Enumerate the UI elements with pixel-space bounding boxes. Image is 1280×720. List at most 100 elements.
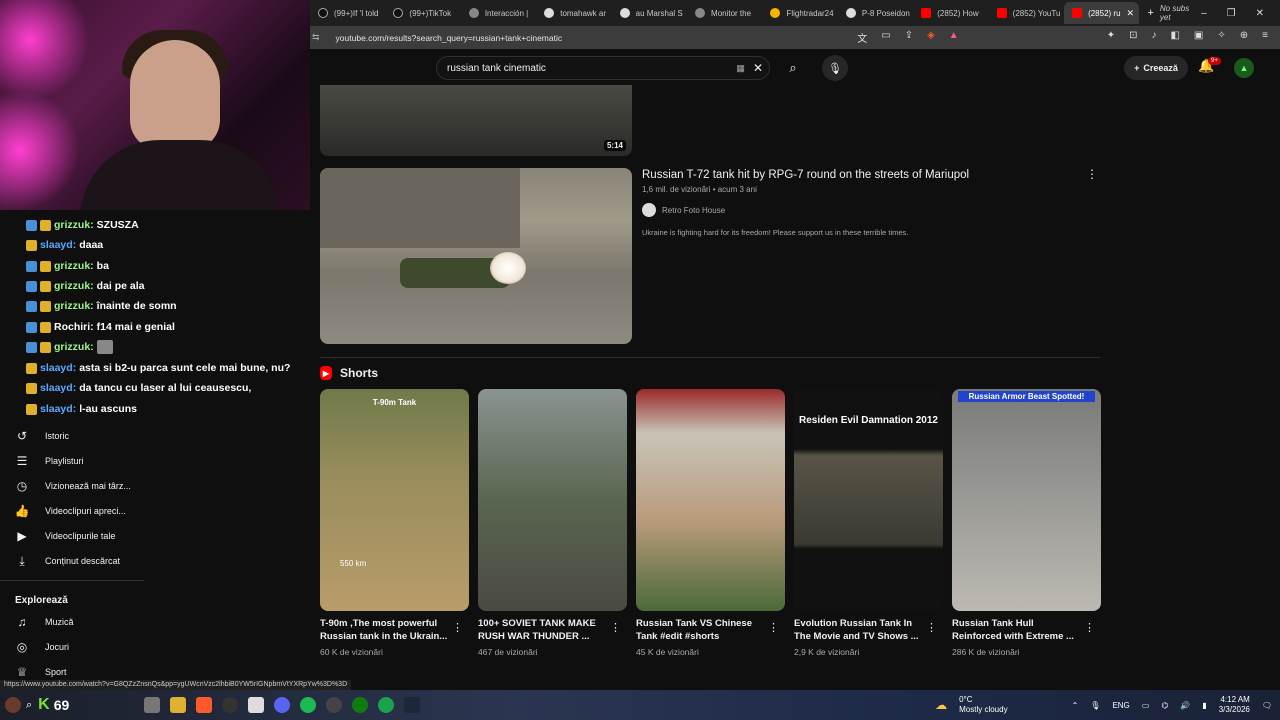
sidebar-item-your-videos[interactable]: ▶ Videoclipurile tale: [15, 526, 115, 546]
wallet-icon[interactable]: ▣: [1194, 30, 1203, 45]
weather[interactable]: 0°C Mostly cloudy: [959, 695, 1007, 715]
discord-icon[interactable]: [274, 697, 291, 713]
short-thumbnail[interactable]: Residen Evil Damnation 2012: [794, 389, 943, 611]
sidebar-item-music[interactable]: ♫ Muzică: [15, 612, 74, 632]
sidebar-item-liked[interactable]: 👍 Videoclipuri apreci...: [15, 501, 126, 521]
short-card[interactable]: Russian Armor Beast Spotted! Russian Tan…: [952, 389, 1101, 657]
voice-search-button[interactable]: 🎙: [822, 55, 848, 81]
folder-icon[interactable]: [170, 697, 187, 713]
site-info-icon[interactable]: ⇆: [312, 32, 320, 43]
video-title[interactable]: Russian T-72 tank hit by RPG-7 round on …: [642, 169, 969, 181]
brave-icon[interactable]: [196, 697, 213, 713]
language-indicator[interactable]: ENG: [1112, 701, 1129, 710]
short-thumbnail[interactable]: Russian Armor Beast Spotted!: [952, 389, 1101, 611]
steam-icon[interactable]: [404, 697, 421, 713]
app-icon[interactable]: [378, 697, 395, 713]
new-tab-button[interactable]: +: [1147, 7, 1153, 19]
keyboard-icon[interactable]: ▦: [736, 63, 745, 74]
xbox-icon[interactable]: [352, 697, 369, 713]
sidebar-item-playlists[interactable]: ☰ Playlisturi: [15, 451, 84, 471]
screenshot-icon[interactable]: ⊡: [1129, 30, 1137, 45]
battery-icon[interactable]: ▮: [1202, 701, 1206, 710]
avatar[interactable]: ▲: [1234, 58, 1254, 78]
vpn-icon[interactable]: ⊕: [1240, 30, 1248, 45]
plus-icon: +: [1134, 63, 1140, 73]
more-options-icon[interactable]: ⋮: [926, 621, 937, 634]
ai-icon[interactable]: ✧: [1217, 30, 1225, 45]
sidebar-item-downloads[interactable]: ⤓ Conținut descărcat: [15, 551, 120, 571]
music-icon[interactable]: ♪: [1151, 30, 1156, 45]
emote-icon: [96, 340, 113, 354]
more-options-icon[interactable]: ⋮: [452, 621, 463, 634]
sidebar-item-watch-later[interactable]: ◷ Vizionează mai târz...: [15, 476, 131, 496]
youtube-icon: [996, 8, 1007, 18]
close-window-icon[interactable]: ✕: [1256, 8, 1264, 19]
notification-icon[interactable]: 🗨: [1262, 701, 1272, 710]
tiktok-icon: [318, 8, 328, 18]
channel-link[interactable]: Retro Foto House: [642, 203, 725, 217]
sidebar-toggle-icon[interactable]: ◧: [1170, 30, 1179, 45]
tab[interactable]: (99+)If 'I told: [310, 2, 385, 24]
short-card[interactable]: Residen Evil Damnation 2012 Evolution Ru…: [794, 389, 943, 657]
chevron-up-icon[interactable]: ⌃: [1072, 701, 1079, 710]
sidebar-item-history[interactable]: ↺ Istoric: [15, 426, 69, 446]
create-button[interactable]: + Creează: [1124, 56, 1188, 80]
tab[interactable]: Flightradar24: [762, 2, 837, 24]
pink-light: [0, 0, 90, 100]
close-tab-icon[interactable]: ✕: [1127, 8, 1135, 19]
sidebar-item-gaming[interactable]: ◎ Jocuri: [15, 637, 69, 657]
clock[interactable]: 4:12 AM 3/3/2026: [1219, 695, 1250, 715]
app-icon[interactable]: [222, 697, 239, 713]
tab[interactable]: tomahawk ar: [536, 2, 611, 24]
tab[interactable]: (2852) How: [913, 2, 988, 24]
task-view-icon[interactable]: [144, 697, 161, 713]
short-thumbnail[interactable]: [478, 389, 627, 611]
more-options-icon[interactable]: ⋮: [768, 621, 779, 634]
menu-icon[interactable]: ≡: [1262, 30, 1268, 45]
volume-icon[interactable]: 🔊: [1180, 701, 1190, 710]
search-results: 5:14 Russian T-72 tank hit by RPG-7 roun…: [310, 85, 1270, 690]
video-thumbnail[interactable]: [320, 168, 632, 344]
tab[interactable]: (99+)TikTok: [385, 2, 460, 24]
more-options-icon[interactable]: ⋮: [610, 621, 621, 634]
restore-icon[interactable]: ❐: [1227, 8, 1236, 19]
obs-icon[interactable]: [326, 697, 343, 713]
more-options-icon[interactable]: ⋮: [1086, 167, 1098, 181]
display-icon[interactable]: ▭: [1142, 701, 1150, 710]
translate-icon[interactable]: 文: [857, 30, 867, 45]
system-tray: ☁ 0°C Mostly cloudy ⌃ 🎙 ENG ▭ ⌬ 🔊 ▮ 4:12…: [935, 690, 1272, 720]
tab[interactable]: (2852) YouTu: [989, 2, 1064, 24]
tab[interactable]: P-8 Poseidon: [838, 2, 913, 24]
explore-heading: Explorează: [15, 595, 68, 606]
short-thumbnail[interactable]: T-90m Tank 550 km: [320, 389, 469, 611]
short-card[interactable]: T-90m Tank 550 km T-90m ,The most powerf…: [320, 389, 469, 657]
short-card[interactable]: 100+ SOVIET TANK MAKE RUSH WAR THUNDER .…: [478, 389, 627, 657]
rewards-icon[interactable]: ▲: [949, 30, 959, 45]
extensions-icon[interactable]: ✦: [1107, 30, 1115, 45]
site-icon: [695, 8, 706, 18]
tab[interactable]: Interacción |: [461, 2, 536, 24]
brave-shield-icon[interactable]: ◈: [927, 30, 935, 45]
search-input[interactable]: russian tank cinematic ▦ ✕: [436, 56, 770, 80]
mic-icon[interactable]: 🎙: [1090, 701, 1100, 710]
spotify-icon[interactable]: [300, 697, 317, 713]
network-icon[interactable]: ⌬: [1161, 701, 1168, 710]
youtube-sidebar: ↺ Istoric ☰ Playlisturi ◷ Vizionează mai tâ…: [0, 400, 150, 690]
search-icon: ⌕: [789, 60, 797, 75]
tab[interactable]: Monitor the: [687, 2, 762, 24]
minimize-icon[interactable]: –: [1201, 8, 1207, 19]
sidebar-item-sport[interactable]: ♕ Sport: [15, 662, 67, 682]
tab[interactable]: au Marshal S: [612, 2, 687, 24]
search-button[interactable]: ⌕: [778, 56, 808, 80]
clear-search-icon[interactable]: ✕: [753, 61, 763, 75]
more-options-icon[interactable]: ⋮: [1084, 621, 1095, 634]
tab-active[interactable]: (2852) ru ✕: [1064, 2, 1140, 24]
cast-icon[interactable]: ▭: [881, 30, 890, 45]
short-card[interactable]: Russian Tank VS Chinese Tank #edit #shor…: [636, 389, 785, 657]
video-thumbnail[interactable]: 5:14: [320, 85, 632, 156]
share-icon[interactable]: ⇪: [905, 30, 913, 45]
document-icon[interactable]: [248, 697, 265, 713]
search-icon[interactable]: ⌕: [26, 699, 32, 712]
url-field[interactable]: youtube.com/results?search_query=russian…: [336, 33, 563, 43]
short-thumbnail[interactable]: [636, 389, 785, 611]
